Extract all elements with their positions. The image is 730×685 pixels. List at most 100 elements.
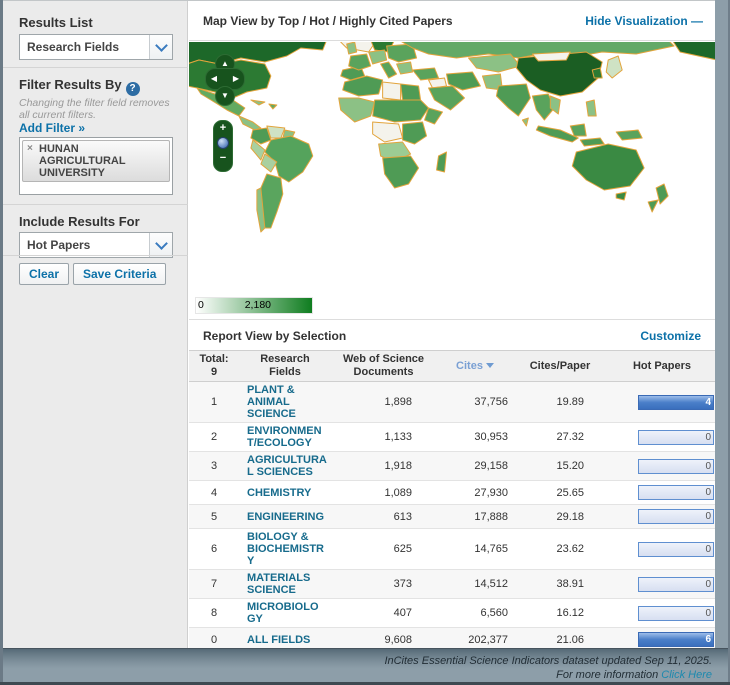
chevron-down-icon[interactable] — [149, 233, 172, 257]
row-rank: 8 — [189, 605, 239, 621]
results-list-label: Results List — [19, 15, 93, 30]
include-results-label: Include Results For — [19, 214, 140, 229]
column-header-hot-papers[interactable]: Hot Papers — [606, 358, 715, 375]
customize-link[interactable]: Customize — [640, 329, 701, 343]
cites-value: 27,930 — [436, 485, 514, 501]
cites-value: 14,512 — [436, 576, 514, 592]
results-list-select[interactable]: Research Fields — [19, 34, 173, 60]
field-link[interactable]: BIOLOGY & BIOCHEMISTRY — [247, 531, 327, 567]
hot-papers-bar: 6 — [638, 632, 714, 647]
help-icon[interactable]: ? — [126, 82, 140, 96]
zoom-in-icon[interactable]: + — [214, 121, 232, 135]
pan-right-icon[interactable]: ▶ — [230, 69, 242, 89]
remove-filter-icon[interactable]: × — [27, 143, 33, 155]
filter-sidebar: Results List Research Fields Filter Resu… — [3, 1, 188, 648]
docs-value: 613 — [331, 509, 436, 525]
filter-note: Changing the filter field removes all cu… — [19, 97, 171, 121]
hot-papers-bar: 0 — [638, 430, 714, 445]
filter-chip[interactable]: × HUNAN AGRICULTURAL UNIVERSITY — [22, 140, 170, 182]
table-row: 6 BIOLOGY & BIOCHEMISTRY 625 14,765 23.6… — [189, 529, 715, 570]
main-content: Map View by Top / Hot / Highly Cited Pap… — [189, 1, 715, 648]
table-row: 3 AGRICULTURAL SCIENCES 1,918 29,158 15.… — [189, 452, 715, 481]
map-legend: 0 2,180 — [195, 297, 313, 314]
cites-value: 37,756 — [436, 394, 514, 410]
row-rank: 3 — [189, 458, 239, 474]
cites-value: 202,377 — [436, 632, 514, 648]
row-rank: 4 — [189, 485, 239, 501]
dataset-update-note: InCites Essential Science Indicators dat… — [3, 654, 712, 668]
cites-per-paper-value: 29.18 — [514, 509, 606, 525]
add-filter-link[interactable]: Add Filter » — [19, 121, 85, 135]
docs-value: 625 — [331, 541, 436, 557]
docs-value: 1,918 — [331, 458, 436, 474]
map-zoom-control[interactable]: + − — [213, 120, 233, 172]
hot-papers-bar: 0 — [638, 459, 714, 474]
docs-value: 1,898 — [331, 394, 436, 410]
table-row: 2 ENVIRONMENT/ECOLOGY 1,133 30,953 27.32… — [189, 423, 715, 452]
globe-icon[interactable] — [217, 137, 229, 149]
collapse-icon: — — [691, 14, 703, 28]
page-footer: InCites Essential Science Indicators dat… — [3, 648, 728, 682]
results-list-value: Research Fields — [20, 40, 149, 54]
report-view-title: Report View by Selection — [203, 329, 346, 343]
active-filters-box: × HUNAN AGRICULTURAL UNIVERSITY — [19, 137, 173, 195]
hide-visualization-link[interactable]: Hide Visualization — — [585, 14, 703, 28]
field-link[interactable]: ALL FIELDS — [247, 634, 327, 646]
map-pan-control[interactable]: ▲ ◀ ▶ ▼ — [205, 54, 245, 108]
field-link[interactable]: ENVIRONMENT/ECOLOGY — [247, 425, 327, 449]
column-header-field[interactable]: Research Fields — [239, 351, 331, 381]
save-criteria-button[interactable]: Save Criteria — [73, 263, 166, 285]
row-rank: 2 — [189, 429, 239, 445]
include-results-value: Hot Papers — [20, 238, 149, 252]
choropleth-map-svg — [189, 42, 715, 292]
column-header-docs[interactable]: Web of Science Documents — [331, 351, 436, 381]
section-divider — [189, 319, 715, 320]
cites-per-paper-value: 16.12 — [514, 605, 606, 621]
cites-per-paper-value: 15.20 — [514, 458, 606, 474]
cites-per-paper-value: 27.32 — [514, 429, 606, 445]
click-here-link[interactable]: Click Here — [661, 669, 712, 681]
field-link[interactable]: AGRICULTURAL SCIENCES — [247, 454, 327, 478]
legend-max-label: 2,180 — [245, 299, 271, 311]
field-link[interactable]: ENGINEERING — [247, 511, 327, 523]
row-rank: 5 — [189, 509, 239, 525]
field-link[interactable]: PLANT & ANIMAL SCIENCE — [247, 384, 327, 420]
hot-papers-bar: 4 — [638, 395, 714, 410]
sidebar-divider — [3, 255, 188, 256]
cites-value: 14,765 — [436, 541, 514, 557]
pan-down-icon[interactable]: ▼ — [215, 86, 235, 106]
zoom-out-icon[interactable]: − — [214, 151, 232, 165]
hot-papers-bar: 0 — [638, 509, 714, 524]
column-header-cites[interactable]: Cites — [436, 358, 514, 375]
hot-papers-bar: 0 — [638, 485, 714, 500]
results-table: Total:9 Research Fields Web of Science D… — [189, 350, 715, 652]
hot-papers-bar: 0 — [638, 542, 714, 557]
clear-button[interactable]: Clear — [19, 263, 69, 285]
docs-value: 1,089 — [331, 485, 436, 501]
table-row: 8 MICROBIOLOGY 407 6,560 16.12 0 — [189, 599, 715, 628]
field-link[interactable]: CHEMISTRY — [247, 487, 327, 499]
docs-value: 1,133 — [331, 429, 436, 445]
field-link[interactable]: MICROBIOLOGY — [247, 601, 327, 625]
world-map[interactable]: ▲ ◀ ▶ ▼ + − — [189, 42, 715, 292]
column-header-cites-per-paper[interactable]: Cites/Paper — [514, 358, 606, 375]
chevron-down-icon[interactable] — [149, 35, 172, 59]
row-rank: 7 — [189, 576, 239, 592]
docs-value: 9,608 — [331, 632, 436, 648]
cites-per-paper-value: 23.62 — [514, 541, 606, 557]
row-rank: 0 — [189, 632, 239, 648]
docs-value: 407 — [331, 605, 436, 621]
sidebar-divider — [3, 204, 188, 205]
field-link[interactable]: MATERIALS SCIENCE — [247, 572, 327, 596]
sort-descending-icon — [486, 363, 494, 368]
cites-value: 30,953 — [436, 429, 514, 445]
hot-papers-bar: 0 — [638, 577, 714, 592]
total-header: Total:9 — [189, 351, 239, 381]
more-info-line: For more information Click Here — [3, 668, 712, 682]
cites-per-paper-value: 25.65 — [514, 485, 606, 501]
table-row: 4 CHEMISTRY 1,089 27,930 25.65 0 — [189, 481, 715, 505]
content-panel: Results List Research Fields Filter Resu… — [3, 0, 715, 648]
map-header: Map View by Top / Hot / Highly Cited Pap… — [189, 1, 715, 41]
cites-value: 17,888 — [436, 509, 514, 525]
pan-left-icon[interactable]: ◀ — [208, 69, 220, 89]
